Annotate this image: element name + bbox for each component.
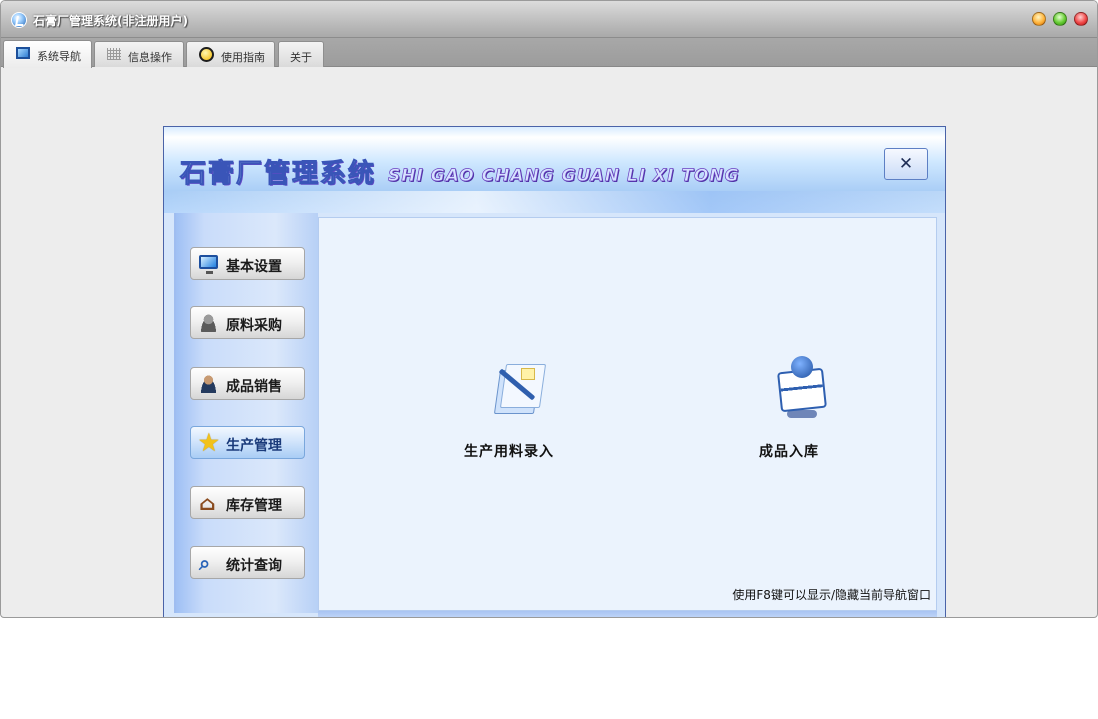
production-material-entry-button[interactable]: 生产用料录入 xyxy=(444,356,574,476)
sidebar-item-label: 原料采购 xyxy=(226,318,282,334)
house-icon: ⌂ xyxy=(199,491,216,515)
finished-goods-warehousing-label: 成品入库 xyxy=(759,444,819,460)
magnifier-icon: ⌕ xyxy=(199,551,211,575)
finished-goods-warehousing-button[interactable]: 成品入库 xyxy=(724,356,854,476)
sidebar-item-label: 基本设置 xyxy=(226,259,282,275)
navigation-window: 石膏厂管理系统 SHI GAO CHANG GUAN LI XI TONG ✕ … xyxy=(163,126,946,617)
tab-label: 关于 xyxy=(290,51,312,64)
star-icon: ★ xyxy=(199,430,219,456)
sidebar-item-material-purchase[interactable]: 原料采购 xyxy=(190,306,305,339)
app-window: 石膏厂管理系统(非注册用户) 系统导航 信息操作 使用指南 关于 石膏厂管理系统… xyxy=(0,0,1098,618)
maximize-button[interactable] xyxy=(1053,12,1067,26)
sidebar-item-product-sales[interactable]: 成品销售 xyxy=(190,367,305,400)
sidebar-item-label: 库存管理 xyxy=(226,498,282,514)
navigation-close-button[interactable]: ✕ xyxy=(884,148,928,180)
guide-icon xyxy=(199,47,214,62)
tab-system-navigation[interactable]: 系统导航 xyxy=(3,40,92,68)
tab-about[interactable]: 关于 xyxy=(278,41,324,67)
tab-bar: 系统导航 信息操作 使用指南 关于 xyxy=(1,38,1097,68)
navigation-sidebar: 基本设置 原料采购 成品销售 ★ 生产管理 ⌂ 库存管理 ⌕ 统计查询 xyxy=(174,213,318,613)
navigation-title: 石膏厂管理系统 xyxy=(179,159,377,190)
minimize-button[interactable] xyxy=(1032,12,1046,26)
user-icon xyxy=(199,314,218,332)
navigation-header: 石膏厂管理系统 SHI GAO CHANG GUAN LI XI TONG ✕ xyxy=(164,127,945,213)
production-material-entry-label: 生产用料录入 xyxy=(464,444,554,460)
tab-label: 使用指南 xyxy=(221,51,265,64)
sidebar-item-production-management[interactable]: ★ 生产管理 xyxy=(190,426,305,459)
sidebar-item-label: 成品销售 xyxy=(226,379,282,395)
sidebar-item-label: 生产管理 xyxy=(226,438,282,454)
navigation-subtitle: SHI GAO CHANG GUAN LI XI TONG xyxy=(388,166,740,187)
tab-info-operation[interactable]: 信息操作 xyxy=(94,41,184,67)
tab-label: 信息操作 xyxy=(128,51,172,64)
content-bottom-border xyxy=(318,611,937,617)
document-pen-icon xyxy=(489,356,549,420)
box-character-icon xyxy=(769,356,829,420)
tab-user-guide[interactable]: 使用指南 xyxy=(186,41,275,67)
monitor-icon xyxy=(199,255,218,274)
sidebar-item-inventory-management[interactable]: ⌂ 库存管理 xyxy=(190,486,305,519)
monitor-icon xyxy=(16,47,30,59)
navigation-hint: 使用F8键可以显示/隐藏当前导航窗口 xyxy=(732,588,931,602)
tab-label: 系统导航 xyxy=(37,50,81,63)
app-logo-icon xyxy=(11,12,27,28)
sidebar-item-statistics-query[interactable]: ⌕ 统计查询 xyxy=(190,546,305,579)
sidebar-item-basic-settings[interactable]: 基本设置 xyxy=(190,247,305,280)
grid-icon xyxy=(107,48,121,60)
salesperson-icon xyxy=(199,375,218,393)
close-button[interactable] xyxy=(1074,12,1088,26)
sidebar-item-label: 统计查询 xyxy=(226,558,282,574)
window-title: 石膏厂管理系统(非注册用户) xyxy=(33,14,188,28)
title-bar[interactable]: 石膏厂管理系统(非注册用户) xyxy=(1,1,1097,38)
